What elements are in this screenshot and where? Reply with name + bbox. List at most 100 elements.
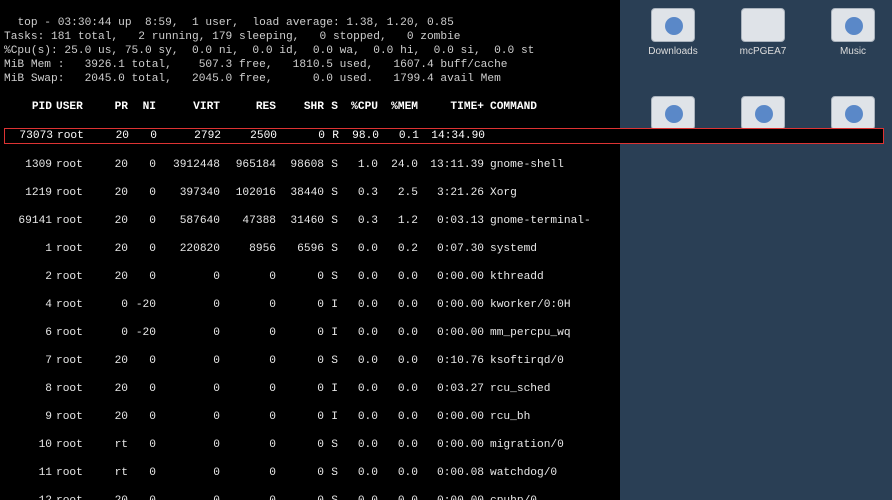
cell-s: S <box>324 214 338 228</box>
cell-pid: 1309 <box>4 158 52 172</box>
cell-cmd: kworker/0:0H <box>484 298 571 312</box>
cell-pid: 6 <box>4 326 52 340</box>
cell-pid: 1219 <box>4 186 52 200</box>
terminal-window[interactable]: top - 03:30:44 up 8:59, 1 user, load ave… <box>0 0 620 500</box>
cell-cpu: 0.3 <box>338 186 378 200</box>
cell-s: S <box>324 270 338 284</box>
top-summary-line3: %Cpu(s): 25.0 us, 75.0 sy, 0.0 ni, 0.0 i… <box>4 45 534 57</box>
process-row[interactable]: 7root200000S0.00.00:10.76ksoftirqd/0 <box>4 354 616 368</box>
folder-icon <box>651 8 695 42</box>
cell-virt: 0 <box>156 410 220 424</box>
process-row[interactable]: 6root0-20000I0.00.00:00.00mm_percpu_wq <box>4 326 616 340</box>
cell-user: root <box>52 494 100 500</box>
cell-pr: 20 <box>100 354 128 368</box>
process-row[interactable]: 69141root2005876404738831460S0.31.20:03.… <box>4 214 616 228</box>
cell-virt: 397340 <box>156 186 220 200</box>
cell-res: 0 <box>220 494 276 500</box>
cell-time: 14:34.90 <box>419 129 485 143</box>
cell-mem: 2.5 <box>378 186 418 200</box>
cell-cpu: 0.0 <box>338 242 378 256</box>
cell-user: root <box>52 382 100 396</box>
process-row[interactable]: 1root20022082089566596S0.00.20:07.30syst… <box>4 242 616 256</box>
cell-cpu: 0.0 <box>338 270 378 284</box>
cell-time: 0:00.00 <box>418 410 484 424</box>
process-row[interactable]: 11rootrt0000S0.00.00:00.08watchdog/0 <box>4 466 616 480</box>
folder-icon <box>741 8 785 42</box>
cell-res: 47388 <box>220 214 276 228</box>
cell-pid: 2 <box>4 270 52 284</box>
cell-shr: 0 <box>276 298 324 312</box>
cell-pid: 12 <box>4 494 52 500</box>
process-row[interactable]: 73073root200279225000R98.00.114:34.90 <box>4 128 884 144</box>
cell-ni: 0 <box>128 270 156 284</box>
cell-cmd: rcu_bh <box>484 410 530 424</box>
cell-s: S <box>324 466 338 480</box>
cell-shr: 6596 <box>276 242 324 256</box>
cell-user: root <box>52 354 100 368</box>
cell-virt: 0 <box>156 494 220 500</box>
process-row[interactable]: 9root200000I0.00.00:00.00rcu_bh <box>4 410 616 424</box>
cell-mem: 0.0 <box>378 438 418 452</box>
cell-shr: 31460 <box>276 214 324 228</box>
cell-shr: 0 <box>276 354 324 368</box>
cell-pid: 8 <box>4 382 52 396</box>
process-row[interactable]: 10rootrt0000S0.00.00:00.00migration/0 <box>4 438 616 452</box>
cell-virt: 0 <box>156 298 220 312</box>
cell-cmd: migration/0 <box>484 438 564 452</box>
cell-ni: 0 <box>128 466 156 480</box>
cell-cpu: 0.0 <box>338 382 378 396</box>
cell-time: 13:11.39 <box>418 158 484 172</box>
cell-s: I <box>324 298 338 312</box>
cell-mem: 0.0 <box>378 410 418 424</box>
col-virt: VIRT <box>156 100 220 114</box>
cell-pr: 20 <box>100 382 128 396</box>
cell-mem: 0.2 <box>378 242 418 256</box>
column-header-row: PIDUSERPRNIVIRTRESSHRS%CPU%MEMTIME+COMMA… <box>4 100 616 114</box>
process-row[interactable]: 1219root20039734010201638440S0.32.53:21.… <box>4 186 616 200</box>
cell-virt: 0 <box>156 382 220 396</box>
cell-pr: 20 <box>100 410 128 424</box>
cell-user: root <box>52 466 100 480</box>
cell-cpu: 0.0 <box>338 354 378 368</box>
desktop-folder-music[interactable]: Music <box>822 8 884 57</box>
cell-user: root <box>52 270 100 284</box>
desktop-folder-mcpgea7[interactable]: mcPGEA7 <box>732 8 794 57</box>
cell-time: 3:21.26 <box>418 186 484 200</box>
cell-pr: 20 <box>100 494 128 500</box>
cell-s: R <box>325 129 339 143</box>
cell-ni: 0 <box>128 186 156 200</box>
cell-pr: 20 <box>100 270 128 284</box>
cell-virt: 0 <box>156 438 220 452</box>
cell-res: 0 <box>220 354 276 368</box>
cell-mem: 1.2 <box>378 214 418 228</box>
cell-time: 0:00.00 <box>418 298 484 312</box>
cell-s: I <box>324 382 338 396</box>
cell-pr: 20 <box>100 214 128 228</box>
cell-s: S <box>324 494 338 500</box>
process-row[interactable]: 1309root200391244896518498608S1.024.013:… <box>4 158 616 172</box>
cell-cpu: 0.0 <box>338 410 378 424</box>
cell-user: root <box>52 158 100 172</box>
cell-shr: 0 <box>276 410 324 424</box>
cell-mem: 0.0 <box>378 326 418 340</box>
process-row[interactable]: 12root200000S0.00.00:00.00cpuhp/0 <box>4 494 616 500</box>
cell-cpu: 98.0 <box>339 129 379 143</box>
desktop-folder-downloads[interactable]: Downloads <box>642 8 704 57</box>
cell-time: 0:00.00 <box>418 494 484 500</box>
process-row[interactable]: 4root0-20000I0.00.00:00.00kworker/0:0H <box>4 298 616 312</box>
col-s: S <box>324 100 338 114</box>
folder-icon <box>651 96 695 130</box>
cell-res: 965184 <box>220 158 276 172</box>
cell-virt: 0 <box>156 354 220 368</box>
cell-time: 0:00.00 <box>418 270 484 284</box>
cell-cpu: 0.0 <box>338 326 378 340</box>
col-cmd: COMMAND <box>484 100 537 114</box>
cell-s: S <box>324 186 338 200</box>
cell-pid: 73073 <box>5 129 53 143</box>
cell-s: I <box>324 326 338 340</box>
cell-res: 0 <box>220 410 276 424</box>
cell-virt: 2792 <box>157 129 221 143</box>
cell-user: root <box>52 298 100 312</box>
process-row[interactable]: 8root200000I0.00.00:03.27rcu_sched <box>4 382 616 396</box>
process-row[interactable]: 2root200000S0.00.00:00.00kthreadd <box>4 270 616 284</box>
